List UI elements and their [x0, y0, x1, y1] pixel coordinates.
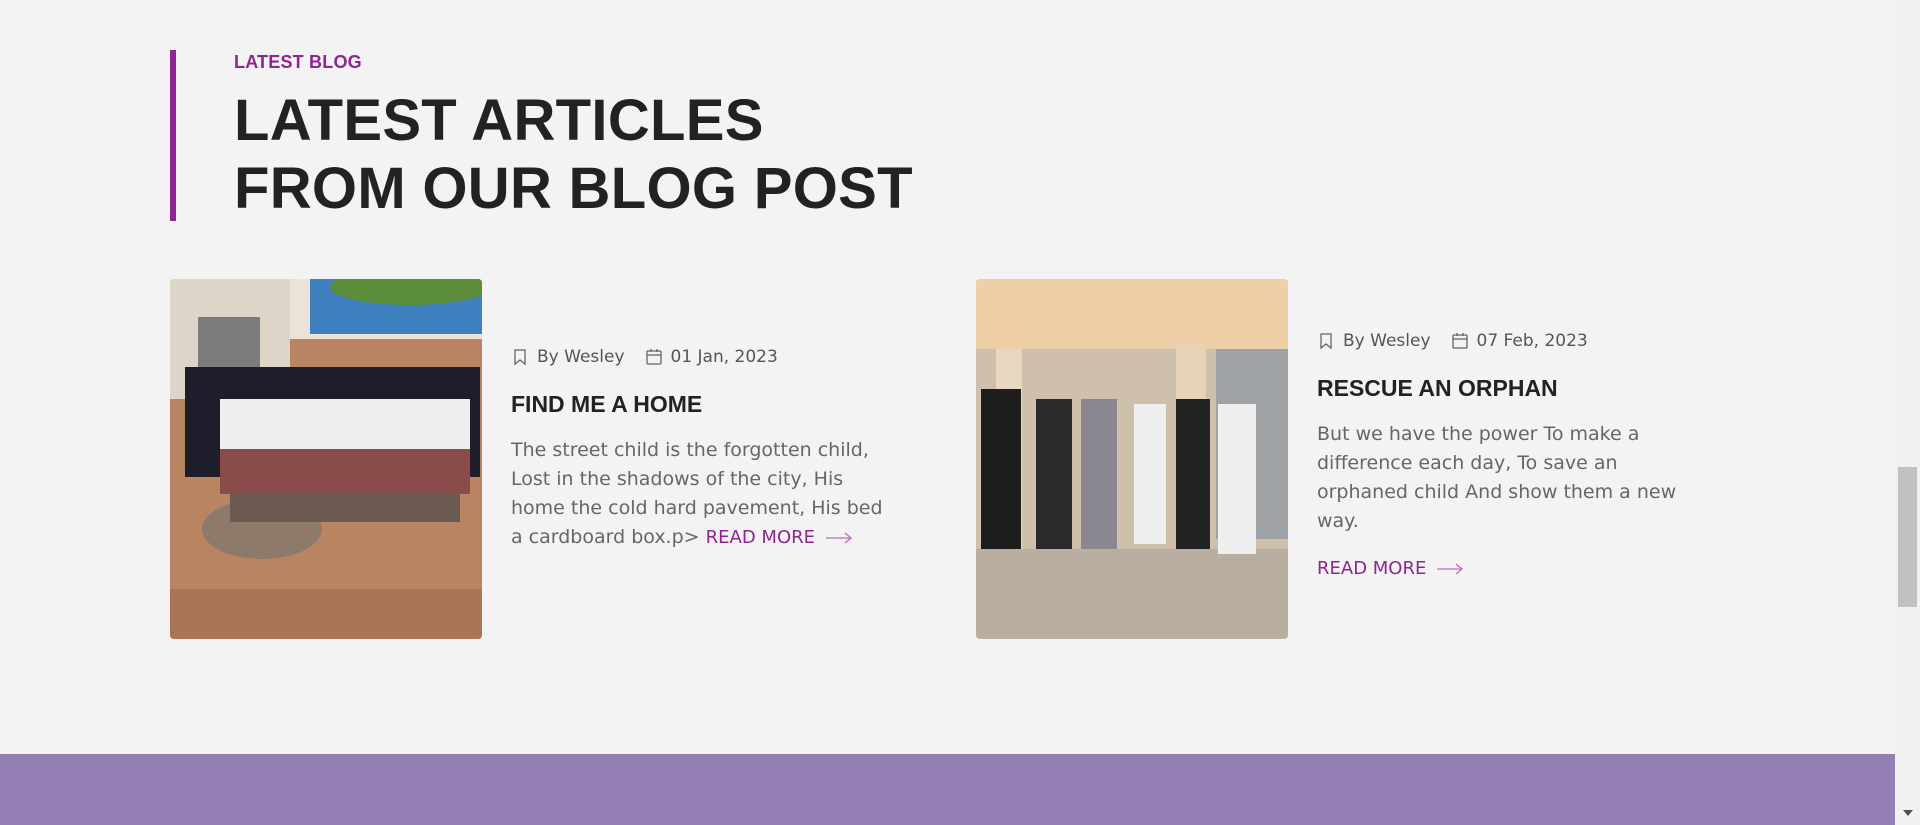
post-body: By Wesley 01 Jan, 2023 FIND ME A HOME Th… [511, 347, 891, 552]
post-thumbnail[interactable] [170, 279, 482, 639]
bookmark-icon [1320, 333, 1332, 350]
read-more-label: READ MORE [1317, 558, 1427, 579]
read-more-link[interactable]: READ MORE [706, 523, 853, 552]
arrow-right-icon [1437, 563, 1464, 574]
post-excerpt: The street child is the forgotten child,… [511, 436, 891, 552]
section-heading: LATEST ARTICLES FROM OUR BLOG POST [234, 88, 913, 221]
section-eyebrow: LATEST BLOG [234, 52, 362, 72]
page-scrollbar[interactable] [1895, 0, 1920, 825]
footer-band [0, 754, 1895, 825]
scrollbar-thumb[interactable] [1898, 467, 1917, 607]
post-photo [976, 279, 1288, 639]
calendar-icon [1451, 333, 1468, 349]
bookmark-icon [514, 349, 526, 366]
read-more-link[interactable]: READ MORE [1317, 558, 1464, 579]
post-author[interactable]: By Wesley [537, 347, 625, 367]
post-author[interactable]: By Wesley [1343, 331, 1431, 351]
read-more-label: READ MORE [705, 527, 815, 548]
post-excerpt: But we have the power To make a differen… [1317, 423, 1677, 532]
calendar-icon [645, 349, 662, 365]
post-body: By Wesley 07 Feb, 2023 RESCUE AN ORPHAN … [1317, 331, 1697, 579]
post-meta: By Wesley 07 Feb, 2023 [1317, 331, 1697, 351]
arrow-right-icon [826, 532, 853, 543]
scroll-down-arrow-icon[interactable] [1903, 810, 1913, 816]
post-date: 01 Jan, 2023 [670, 347, 778, 367]
section-header: LATEST BLOG LATEST ARTICLES FROM OUR BLO… [170, 50, 934, 221]
post-photo [170, 279, 482, 639]
post-meta: By Wesley 01 Jan, 2023 [511, 347, 891, 367]
post-date: 07 Feb, 2023 [1476, 331, 1588, 351]
post-thumbnail[interactable] [976, 279, 1288, 639]
post-title[interactable]: RESCUE AN ORPHAN [1317, 375, 1697, 402]
post-title[interactable]: FIND ME A HOME [511, 391, 891, 418]
